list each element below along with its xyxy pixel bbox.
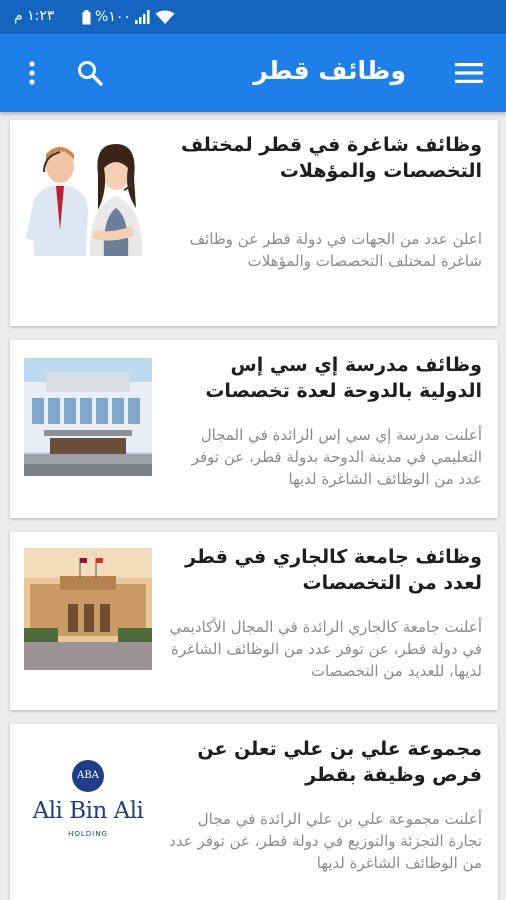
article-title: وظائف جامعة كالجاري في قطر لعدد من التخص… bbox=[185, 546, 482, 594]
battery-icon bbox=[82, 9, 91, 24]
call-center-agents-image bbox=[26, 144, 143, 256]
school-building-image bbox=[24, 358, 152, 476]
university-building-image bbox=[24, 548, 152, 670]
logo-subtext: HOLDING bbox=[68, 830, 108, 838]
app-title: وظائف قطر bbox=[253, 56, 406, 85]
clock-text: ١:٢٣ م bbox=[14, 8, 55, 24]
app-bar: وظائف قطر bbox=[0, 34, 506, 112]
menu-button[interactable] bbox=[452, 58, 486, 88]
article-summary: أعلنت مجموعة علي بن علي الرائدة في مجال … bbox=[169, 810, 482, 872]
company-logo: ABA Ali Bin Ali HOLDING bbox=[24, 754, 152, 854]
article-title: مجموعة علي بن علي تعلن عن فرص وظيفة بقطر bbox=[197, 738, 482, 786]
article-thumbnail bbox=[24, 358, 152, 476]
logo-monogram: ABA bbox=[72, 760, 104, 792]
article-card[interactable]: وظائف شاغرة في قطر لمختلف التخصصات والمؤ… bbox=[10, 120, 498, 326]
article-thumbnail bbox=[24, 138, 152, 256]
logo-text: Ali Bin Ali bbox=[32, 798, 144, 824]
article-summary: أعلنت جامعة كالجاري الرائدة في المجال ال… bbox=[169, 618, 482, 680]
article-card[interactable]: وظائف جامعة كالجاري في قطر لعدد من التخص… bbox=[10, 532, 498, 710]
menu-icon bbox=[455, 63, 483, 83]
status-icons: ١:٢٣ م bbox=[14, 8, 54, 24]
article-title: وظائف شاغرة في قطر لمختلف التخصصات والمؤ… bbox=[180, 134, 482, 182]
article-summary: اعلن عدد من الجهات في دولة قطر عن وظائف … bbox=[189, 230, 482, 270]
article-card[interactable]: وظائف مدرسة إي سي إس الدولية بالدوحة لعد… bbox=[10, 340, 498, 518]
search-button[interactable] bbox=[72, 56, 108, 90]
article-card[interactable]: مجموعة علي بن علي تعلن عن فرص وظيفة بقطر… bbox=[10, 724, 498, 900]
battery-percent: ١٠٠% bbox=[95, 9, 131, 25]
status-indicators: ١٠٠% bbox=[82, 9, 175, 25]
more-options-button[interactable] bbox=[18, 56, 46, 90]
status-bar: ١:٢٣ م ١٠٠% bbox=[0, 0, 506, 34]
wifi-icon bbox=[155, 10, 175, 24]
article-thumbnail bbox=[24, 548, 152, 670]
more-vert-icon bbox=[29, 61, 35, 85]
search-icon bbox=[78, 61, 103, 86]
article-title: وظائف مدرسة إي سي إس الدولية بالدوحة لعد… bbox=[205, 354, 482, 402]
signal-icon bbox=[134, 10, 150, 24]
article-summary: أعلنت مدرسة إي سي إس الرائدة في المجال ا… bbox=[191, 426, 482, 488]
